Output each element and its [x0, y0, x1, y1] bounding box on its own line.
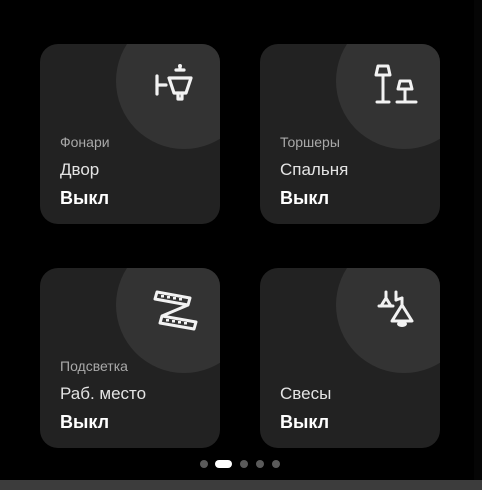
page-dot-1[interactable]	[200, 460, 208, 468]
floor-lamps-icon	[372, 62, 420, 110]
page-dot-3[interactable]	[240, 460, 248, 468]
page-indicator	[0, 458, 482, 470]
tile-lanterns-yard[interactable]: Фонари Двор Выкл	[40, 44, 220, 224]
device-grid-page: Фонари Двор Выкл Торшеры Спальня Выкл По…	[0, 0, 482, 490]
tile-state: Выкл	[60, 188, 110, 208]
tile-state: Выкл	[280, 412, 330, 432]
tile-room: Свесы	[280, 384, 332, 403]
tile-overhangs[interactable]: Свесы Выкл	[260, 268, 440, 448]
tile-room: Раб. место	[60, 384, 147, 403]
tile-state: Выкл	[60, 412, 110, 432]
page-dot-2-active[interactable]	[215, 460, 232, 468]
led-strip-icon	[152, 286, 200, 334]
screen-edge	[474, 0, 482, 480]
tile-category: Фонари	[60, 134, 110, 150]
tile-state: Выкл	[280, 188, 330, 208]
page-dot-5[interactable]	[272, 460, 280, 468]
bottom-bar	[0, 480, 482, 490]
tile-room: Двор	[60, 160, 100, 179]
tile-category: Подсветка	[60, 358, 128, 374]
pendant-lamp-icon	[372, 286, 420, 334]
street-lantern-icon	[152, 62, 200, 110]
tile-room: Спальня	[280, 160, 349, 179]
page-dot-4[interactable]	[256, 460, 264, 468]
tile-category: Торшеры	[280, 134, 340, 150]
tile-floor-lamps-bedroom[interactable]: Торшеры Спальня Выкл	[260, 44, 440, 224]
tile-backlight-workspace[interactable]: Подсветка Раб. место Выкл	[40, 268, 220, 448]
